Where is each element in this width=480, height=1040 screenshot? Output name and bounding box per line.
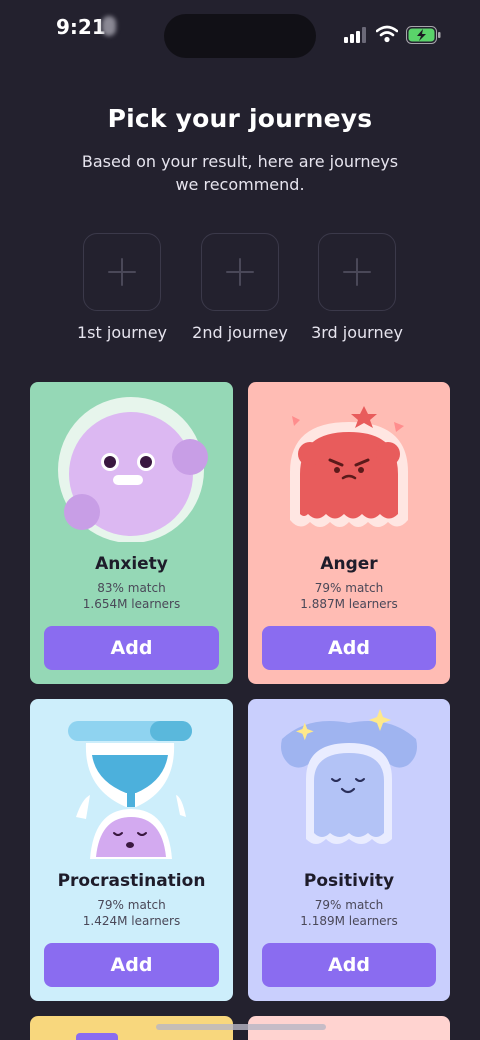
plus-icon [226, 258, 254, 286]
card-match: 79% match [314, 581, 384, 595]
page-title: Pick your journeys [107, 104, 373, 133]
slot-label: 3rd journey [311, 323, 403, 342]
wifi-icon [376, 25, 398, 43]
slot-label: 1st journey [77, 323, 167, 342]
page-subtitle: Based on your result, here are journeys … [81, 152, 399, 194]
journey-slot-2[interactable]: 2nd journey [185, 233, 295, 342]
journey-slot-3[interactable]: 3rd journey [302, 233, 412, 342]
card-learners: 1.189M learners [300, 914, 398, 928]
journey-slot-1[interactable]: 1st journey [67, 233, 177, 342]
add-anger-button[interactable]: Add [262, 626, 436, 670]
slot-label: 2nd journey [192, 323, 288, 342]
add-procrastination-button[interactable]: Add [44, 943, 219, 987]
journey-card-anxiety[interactable]: Anxiety 83% match 1.654M learners Add [30, 382, 233, 684]
slot-add-box[interactable] [201, 233, 279, 311]
dynamic-island [164, 14, 316, 58]
positivity-character-icon [281, 709, 417, 844]
anger-character-icon [290, 406, 408, 527]
status-time: 9:21 [56, 15, 106, 39]
card-title: Positivity [303, 871, 395, 891]
slot-add-box[interactable] [318, 233, 396, 311]
add-anxiety-button[interactable]: Add [44, 626, 219, 670]
journey-slots: 1st journey 2nd journey 3rd journey [0, 233, 480, 353]
journey-card-positivity[interactable]: Positivity 79% match 1.189M learners Add [248, 699, 450, 1001]
journey-card-anger[interactable]: Anger 79% match 1.887M learners Add [248, 382, 450, 684]
signal-icon [344, 27, 366, 43]
card-match: 83% match [97, 581, 166, 595]
card-art-partial [76, 1033, 118, 1040]
status-bar: 9:21 [0, 0, 480, 70]
card-learners: 1.887M learners [300, 597, 398, 611]
card-match: 79% match [97, 898, 166, 912]
slot-add-box[interactable] [83, 233, 161, 311]
card-title: Anger [320, 554, 378, 574]
hourglass-character-icon [68, 721, 192, 859]
notification-dot [102, 16, 116, 36]
plus-icon [108, 258, 136, 286]
home-indicator[interactable] [156, 1024, 326, 1030]
card-learners: 1.424M learners [82, 914, 181, 928]
anxiety-character-icon [58, 397, 208, 542]
card-learners: 1.654M learners [82, 597, 181, 611]
journey-card-procrastination[interactable]: Procrastination 79% match 1.424M learner… [30, 699, 233, 1001]
card-match: 79% match [314, 898, 384, 912]
add-positivity-button[interactable]: Add [262, 943, 436, 987]
card-title: Procrastination [57, 871, 206, 891]
plus-icon [343, 258, 371, 286]
card-title: Anxiety [95, 554, 168, 574]
battery-charging-icon [406, 26, 441, 44]
